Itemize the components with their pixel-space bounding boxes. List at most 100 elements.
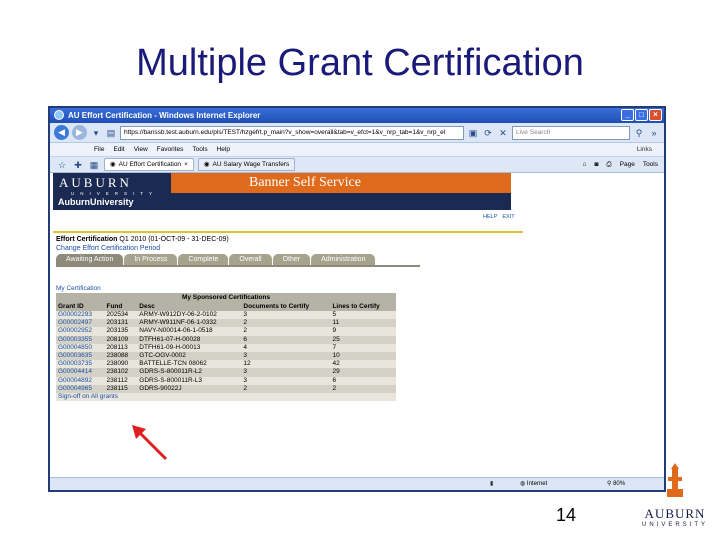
table-row: G00004892 238112 GDRS-S-800011R-L3 3 6 xyxy=(56,376,396,385)
lock-icon[interactable]: ▣ xyxy=(467,127,479,139)
print-icon[interactable]: ⎙ xyxy=(606,161,611,169)
fund-cell: 208109 xyxy=(104,335,138,344)
my-certification-link[interactable]: My Certification xyxy=(56,285,101,292)
grant-id-cell[interactable]: G00004414 xyxy=(56,368,105,377)
menu-tools[interactable]: Tools xyxy=(192,146,207,153)
signoff-row: Sign-off on All grants xyxy=(56,392,396,402)
desc-cell: GDRS-90022J xyxy=(137,384,242,393)
desc-cell: GDRS-S-800011R-L3 xyxy=(137,376,242,385)
menu-favorites[interactable]: Favorites xyxy=(157,146,184,153)
table-caption: My Sponsored Certifications xyxy=(56,293,396,302)
documents-cell: 4 xyxy=(241,343,331,352)
fund-cell: 238115 xyxy=(104,384,138,393)
close-icon[interactable]: × xyxy=(649,109,662,121)
lines-cell: 6 xyxy=(330,376,396,385)
favorites-star-icon[interactable]: ☆ xyxy=(56,159,68,171)
desc-cell: GTC-OGV-0002 xyxy=(137,351,242,361)
table-row: G00002952 203135 NAVY-N00014-06-1-0518 2 9 xyxy=(56,327,396,336)
chevron-right-icon[interactable]: » xyxy=(648,127,660,139)
links-button[interactable]: Links xyxy=(637,146,652,153)
help-exit-links: HELP EXIT xyxy=(483,214,515,220)
tab-in-process[interactable]: In Process xyxy=(124,254,178,265)
page-icon: ▤ xyxy=(106,127,116,138)
tower-icon xyxy=(667,463,683,497)
slide: Multiple Grant Certification AU Effort C… xyxy=(0,0,720,540)
lines-cell: 10 xyxy=(330,351,396,361)
exit-link[interactable]: EXIT xyxy=(502,214,514,220)
menu-edit[interactable]: Edit xyxy=(113,146,124,153)
grant-id-cell[interactable]: G00003735 xyxy=(56,360,105,369)
documents-cell: 2 xyxy=(241,319,331,328)
banner-logo-text: AUBURN xyxy=(59,175,132,190)
desc-cell: BATTELLE-TCN 08062 xyxy=(137,360,242,369)
refresh-icon[interactable]: ⟳ xyxy=(482,127,494,139)
search-input[interactable]: Live Search xyxy=(512,125,630,140)
page-number: 14 xyxy=(556,505,577,525)
browser-titlebar: AU Effort Certification - Windows Intern… xyxy=(50,108,664,123)
feeds-icon[interactable]: ◙ xyxy=(594,161,598,169)
grant-id-cell[interactable]: G00002293 xyxy=(56,311,105,320)
table-row: G00002293 202534 ARMY-W912DY-06-2-0102 3 5 xyxy=(56,311,396,320)
banner-strip xyxy=(171,193,511,210)
col-documents: Documents to Certify xyxy=(241,302,331,311)
fund-cell: 202534 xyxy=(104,311,138,320)
university-name: AuburnUniversity xyxy=(58,197,134,207)
documents-cell: 3 xyxy=(241,368,331,377)
documents-cell: 3 xyxy=(241,311,331,320)
page-menu[interactable]: Page xyxy=(620,161,635,169)
change-period-link[interactable]: Change Effort Certification Period xyxy=(56,245,160,252)
grant-id-cell[interactable]: G00004892 xyxy=(56,376,105,385)
maximize-icon[interactable]: □ xyxy=(635,109,648,121)
zoom-value: 80% xyxy=(613,481,626,487)
search-icon[interactable]: ⚲ xyxy=(633,127,645,139)
tools-menu[interactable]: Tools xyxy=(643,161,658,169)
dropdown-icon[interactable]: ▾ xyxy=(90,127,102,139)
grant-id-cell[interactable]: G00002952 xyxy=(56,327,105,336)
tab-awaiting-action[interactable]: Awaiting Action xyxy=(56,254,124,265)
minimize-icon[interactable]: _ xyxy=(621,109,634,121)
grant-id-cell[interactable]: G00003355 xyxy=(56,335,105,344)
help-link[interactable]: HELP xyxy=(483,214,497,220)
add-favorites-icon[interactable]: ✚ xyxy=(72,159,84,171)
lines-cell: 42 xyxy=(330,360,396,369)
zoom-icon: ⚲ xyxy=(607,481,612,487)
grant-id-cell[interactable]: G00003635 xyxy=(56,351,105,361)
signoff-link[interactable]: Sign-off on All grants xyxy=(56,392,396,402)
tab-overall[interactable]: Overall xyxy=(229,254,272,265)
col-grant-id: Grant ID xyxy=(56,302,105,311)
menu-file[interactable]: File xyxy=(94,146,104,153)
stop-icon[interactable]: ✕ xyxy=(497,127,509,139)
home-icon[interactable]: ⌂ xyxy=(583,161,587,169)
zoom-level[interactable]: ⚲ 80% xyxy=(607,480,625,487)
tab-administration[interactable]: Administration xyxy=(311,254,376,265)
lines-cell: 7 xyxy=(330,343,396,352)
fund-cell: 238090 xyxy=(104,360,138,369)
logo-sub: UNIVERSITY xyxy=(641,522,708,528)
documents-cell: 3 xyxy=(241,376,331,385)
auburn-logo: AUBURN UNIVERSITY xyxy=(640,463,710,533)
table-row: G00004414 238102 GDRS-S-800011R-L2 3 29 xyxy=(56,368,396,377)
menu-view[interactable]: View xyxy=(134,146,148,153)
grant-id-cell[interactable]: G00002497 xyxy=(56,319,105,328)
tab-list-icon[interactable]: ▦ xyxy=(88,159,100,171)
address-input[interactable]: https://banssb.test.auburn.edu/pls/TEST/… xyxy=(120,125,464,140)
divider xyxy=(53,231,523,233)
documents-cell: 2 xyxy=(241,327,331,336)
back-icon[interactable]: ◀ xyxy=(54,125,69,140)
tab-close-icon[interactable]: × xyxy=(184,158,188,171)
documents-cell: 2 xyxy=(241,384,331,393)
status-progress-icon: ▮ xyxy=(490,481,494,487)
tab-salary-wage[interactable]: ◉ AU Salary Wage Transfers xyxy=(197,158,296,171)
menu-help[interactable]: Help xyxy=(217,146,230,153)
desc-cell: NAVY-N00014-06-1-0518 xyxy=(137,327,242,336)
desc-cell: ARMY-W911NF-06-1-0332 xyxy=(137,319,242,328)
page-content: AUBURN UNIVERSITY Banner Self Service Au… xyxy=(50,173,664,476)
tab-underline xyxy=(56,265,420,267)
forward-icon[interactable]: ▶ xyxy=(72,125,87,140)
grant-id-cell[interactable]: G00004965 xyxy=(56,384,105,393)
grant-id-cell[interactable]: G00004850 xyxy=(56,343,105,352)
tab-complete[interactable]: Complete xyxy=(178,254,229,265)
tab-other[interactable]: Other xyxy=(272,254,311,265)
globe-icon: ◍ xyxy=(520,481,526,487)
tab-effort-certification[interactable]: ◉ AU Effort Certification × xyxy=(104,158,194,171)
